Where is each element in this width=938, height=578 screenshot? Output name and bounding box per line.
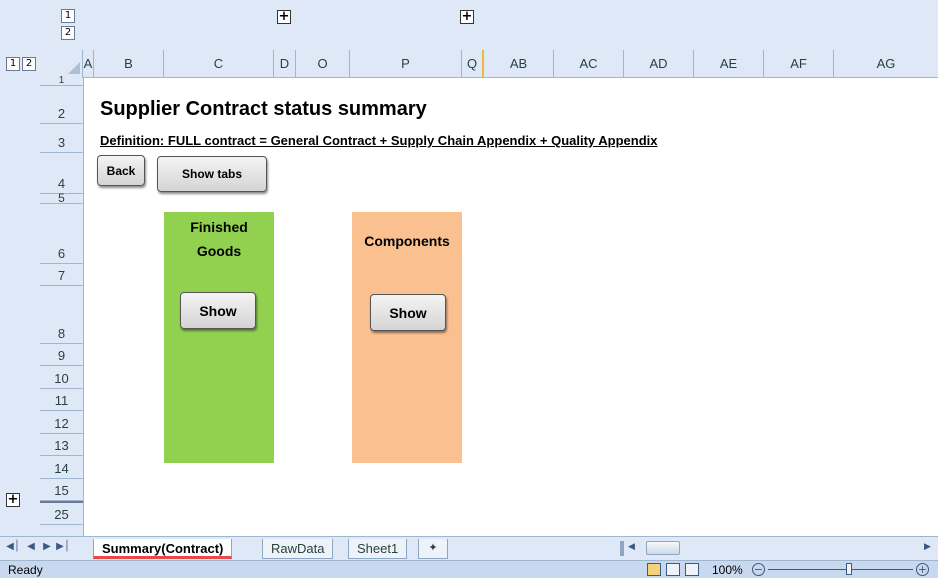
components-panel: Components Show — [352, 212, 462, 463]
worksheet-area[interactable]: Supplier Contract status summary Definit… — [84, 78, 938, 536]
row-header-15[interactable]: 15 — [40, 479, 83, 501]
column-header-B[interactable]: B — [94, 50, 164, 78]
insert-worksheet-icon[interactable]: ✦ — [418, 539, 448, 559]
row-header-13[interactable]: 13 — [40, 434, 83, 456]
row-header-5[interactable]: 5 — [40, 192, 83, 204]
column-header-AE[interactable]: AE — [694, 50, 764, 78]
row-outline-level-2-button[interactable]: 2 — [22, 57, 36, 71]
components-title: Components — [364, 233, 450, 249]
normal-view-icon[interactable] — [647, 563, 661, 576]
zoom-in-icon[interactable]: + — [916, 563, 929, 576]
zoom-slider[interactable] — [768, 569, 913, 570]
row-outline-level-1-button[interactable]: 1 — [6, 57, 20, 71]
row-header-14[interactable]: 14 — [40, 456, 83, 479]
scroll-left-icon[interactable]: ◀ — [628, 542, 635, 552]
column-header-C[interactable]: C — [164, 50, 274, 78]
row-header-6[interactable]: 6 — [40, 204, 83, 264]
page-layout-view-icon[interactable] — [666, 563, 680, 576]
row-header-25[interactable]: 25 — [40, 501, 83, 525]
column-outline-level-1-button[interactable]: 1 — [61, 9, 75, 23]
row-header-8[interactable]: 8 — [40, 286, 83, 344]
finished-goods-panel: Finished Goods Show — [164, 212, 274, 463]
column-header-AB[interactable]: AB — [484, 50, 554, 78]
row-header-12[interactable]: 12 — [40, 411, 83, 434]
last-sheet-icon[interactable]: ▶│ — [56, 541, 70, 552]
finished-goods-show-button[interactable]: Show — [180, 292, 256, 329]
tab-rawdata[interactable]: RawData — [262, 539, 334, 559]
status-bar: Ready 100% − + — [0, 560, 938, 578]
expand-group-plus-icon[interactable]: + — [460, 10, 474, 24]
expand-group-plus-icon[interactable]: + — [277, 10, 291, 24]
zoom-slider-handle[interactable] — [846, 563, 852, 575]
column-header-AG[interactable]: AG — [834, 50, 938, 78]
row-header-7[interactable]: 7 — [40, 264, 83, 286]
row-header-1[interactable]: 1 — [40, 76, 83, 86]
components-show-button[interactable]: Show — [370, 294, 446, 331]
scroll-thumb[interactable] — [646, 541, 680, 555]
column-header-D[interactable]: D — [274, 50, 296, 78]
column-header-Q[interactable]: Q — [462, 50, 484, 78]
first-sheet-icon[interactable]: ◀│ — [6, 541, 20, 552]
column-header-A[interactable]: A — [83, 50, 94, 78]
column-outline-level-2-button[interactable]: 2 — [61, 26, 75, 40]
horizontal-scrollbar[interactable]: ◀ ▶ — [620, 541, 938, 556]
zoom-level[interactable]: 100% — [712, 563, 743, 577]
finished-goods-title-line2: Goods — [196, 243, 242, 259]
tab-split-handle[interactable] — [620, 541, 624, 556]
scroll-right-icon[interactable]: ▶ — [924, 542, 931, 552]
page-break-view-icon[interactable] — [685, 563, 699, 576]
column-header-AF[interactable]: AF — [764, 50, 834, 78]
column-header-O[interactable]: O — [296, 50, 350, 78]
row-header-9[interactable]: 9 — [40, 344, 83, 366]
next-sheet-icon[interactable]: ▶ — [40, 541, 54, 552]
column-header-row: A B C D O P Q AB AC AD AE AF AG — [40, 50, 938, 78]
previous-sheet-icon[interactable]: ◀ — [24, 541, 38, 552]
sheet-title: Supplier Contract status summary — [100, 98, 427, 120]
back-button[interactable]: Back — [97, 155, 145, 186]
tab-sheet1[interactable]: Sheet1 — [348, 539, 408, 559]
tab-summary-contract[interactable]: Summary(Contract) — [93, 539, 233, 559]
finished-goods-title-line1: Finished — [190, 219, 248, 235]
select-all-triangle-icon — [68, 62, 80, 74]
show-tabs-button[interactable]: Show tabs — [157, 156, 267, 192]
definition-text: Definition: FULL contract = General Cont… — [100, 133, 658, 148]
expand-rows-plus-icon[interactable]: + — [6, 493, 20, 507]
row-header-10[interactable]: 10 — [40, 366, 83, 389]
column-header-P[interactable]: P — [350, 50, 462, 78]
row-outline-bar: 1 2 + — [0, 50, 40, 536]
select-all-corner[interactable] — [40, 50, 83, 78]
column-header-AC[interactable]: AC — [554, 50, 624, 78]
column-outline-bar: 1 2 + + — [0, 0, 938, 50]
sheet-tab-bar: ◀│ ◀ ▶ ▶│ Summary(Contract) RawData Shee… — [0, 536, 938, 560]
row-header-3[interactable]: 3 — [40, 124, 83, 153]
row-header-2[interactable]: 2 — [40, 86, 83, 124]
row-header-4[interactable]: 4 — [40, 153, 83, 194]
zoom-out-icon[interactable]: − — [752, 563, 765, 576]
status-ready-text: Ready — [8, 563, 43, 577]
row-header-11[interactable]: 11 — [40, 389, 83, 411]
row-header-column: 1 2 3 4 5 6 7 8 9 10 11 12 13 14 15 25 — [40, 76, 84, 536]
column-header-AD[interactable]: AD — [624, 50, 694, 78]
